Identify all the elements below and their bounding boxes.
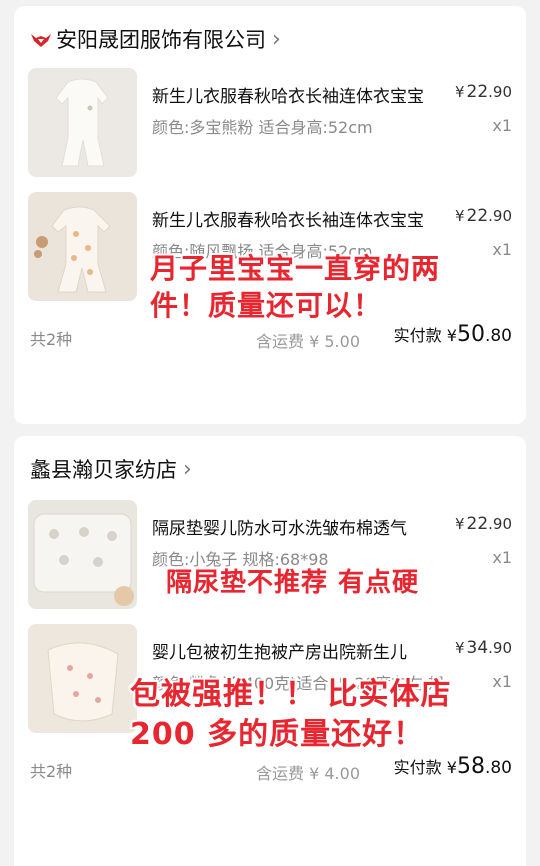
annotation-3-line-1: 包被强推！！ 比实体店: [130, 677, 452, 712]
chevron-right-icon: ›: [183, 456, 192, 482]
annotation-2: 隔尿垫不推荐 有点硬: [166, 568, 420, 598]
product-price: ¥22.90: [454, 82, 512, 102]
item-count: 共2种: [30, 330, 73, 349]
product-price: ¥22.90: [454, 206, 512, 226]
annotation-3-line-2: 200 多的质量还好！: [130, 717, 425, 752]
product-image: [28, 192, 137, 301]
product-spec: 颜色:多宝熊粉 适合身高:52cm: [152, 118, 373, 137]
product-qty: x1: [492, 548, 512, 567]
item-count: 共2种: [30, 762, 73, 781]
product-image: [28, 624, 137, 733]
shop-header-2[interactable]: 蠡县瀚贝家纺店 ›: [30, 454, 192, 484]
annotation-1-line-2: 件！质量还可以！: [150, 289, 383, 322]
paid-amount: 实付款 ¥50.80: [393, 322, 512, 347]
product-title: 隔尿垫婴儿防水可水洗皱布棉透气: [152, 519, 407, 539]
shop-logo-icon: [30, 30, 52, 48]
annotation-1-line-1: 月子里宝宝一直穿的两: [150, 252, 441, 285]
product-qty: x1: [492, 672, 512, 691]
product-title: 新生儿衣服春秋哈衣长袖连体衣宝宝: [152, 211, 424, 231]
order-card-2: 蠡县瀚贝家纺店 › 隔尿垫婴儿防水可水洗皱布棉透气 颜色:小兔子 规格:68*9…: [14, 436, 526, 866]
product-title: 新生儿衣服春秋哈衣长袖连体衣宝宝: [152, 87, 424, 107]
paid-amount: 实付款 ¥58.80: [393, 754, 512, 779]
product-price: ¥34.90: [454, 638, 512, 658]
order-item[interactable]: 新生儿衣服春秋哈衣长袖连体衣宝宝 颜色:多宝熊粉 适合身高:52cm ¥22.9…: [28, 68, 514, 178]
product-price: ¥22.90: [454, 514, 512, 534]
shop-header-1[interactable]: 安阳晟团服饰有限公司 ›: [30, 24, 281, 54]
product-image: [28, 500, 137, 609]
shipping-fee: 含运费 ¥ 5.00: [256, 332, 360, 351]
shop-name: 蠡县瀚贝家纺店: [30, 458, 177, 482]
product-qty: x1: [492, 116, 512, 135]
product-image: [28, 68, 137, 177]
product-title: 婴儿包被初生抱被产房出院新生儿: [152, 643, 407, 663]
shipping-fee: 含运费 ¥ 4.00: [256, 764, 360, 783]
order-summary: 共2种 含运费 ¥ 4.00 实付款 ¥58.80: [30, 754, 512, 784]
shop-name: 安阳晟团服饰有限公司: [56, 28, 266, 52]
order-card-1: 安阳晟团服饰有限公司 › 新生儿衣服春秋哈衣长袖连体衣宝宝 颜色:多宝熊粉 适合…: [14, 6, 526, 424]
product-qty: x1: [492, 240, 512, 259]
order-summary: 共2种 含运费 ¥ 5.00 实付款 ¥50.80: [30, 322, 512, 352]
chevron-right-icon: ›: [272, 26, 281, 52]
